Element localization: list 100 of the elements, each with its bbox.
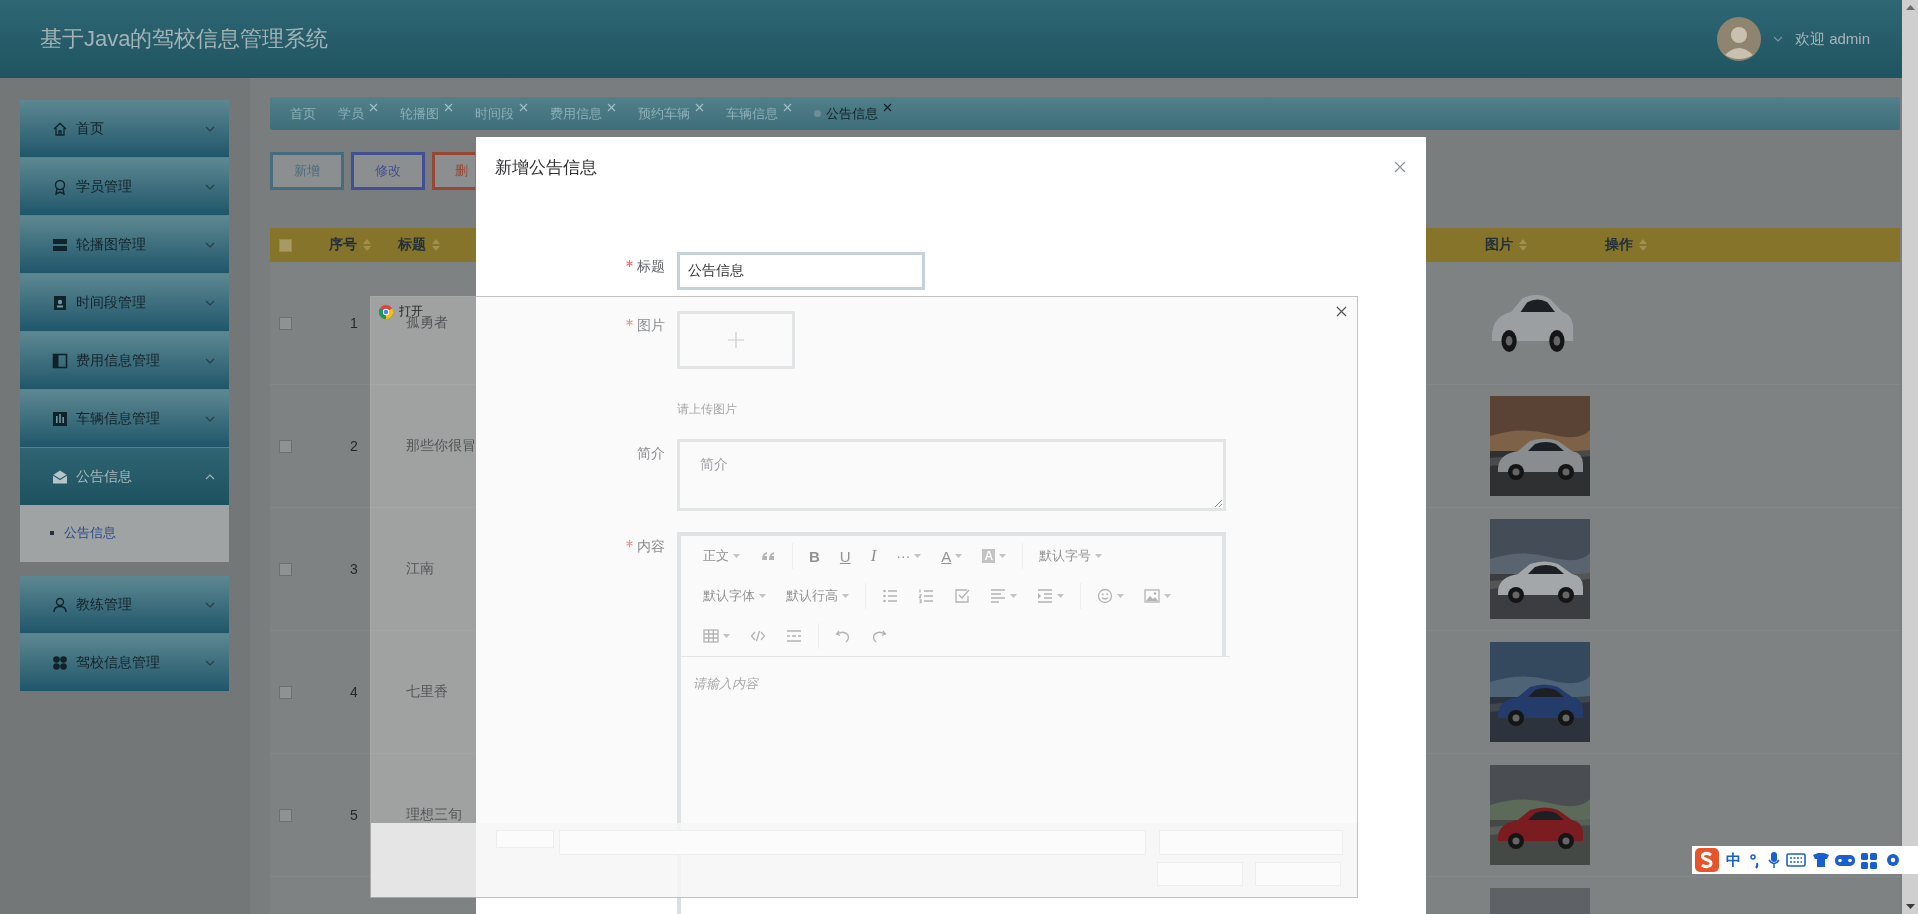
sort-icon[interactable] [363,239,371,251]
hint-text: 请上传图片 [677,401,737,418]
column-header[interactable]: 序号 [329,236,357,254]
checkbox[interactable] [279,316,292,330]
tab[interactable]: 公告信息 [804,105,904,122]
checkbox[interactable] [279,439,292,453]
underline-button[interactable]: U [829,544,861,568]
sidebar-item[interactable]: 驾校信息管理 [20,634,229,691]
caret-icon[interactable] [723,634,730,638]
caret-icon[interactable] [914,554,922,558]
sidebar-item[interactable]: 车辆信息管理 [20,390,229,447]
scroll-down-icon[interactable] [1905,904,1915,909]
chart-icon [52,410,68,427]
field-label: 简介 [637,445,665,463]
sidebar-item[interactable]: 教练管理 [20,576,229,633]
italic-button[interactable]: I [860,544,887,568]
divider-icon[interactable] [786,628,802,644]
tab[interactable]: 预约车辆 [628,105,716,122]
indent-icon [1037,588,1053,604]
format-dropdown[interactable]: 正文 [693,544,750,568]
contact-card-icon [52,294,68,311]
field-label: 标题 [637,258,665,276]
bold-button[interactable]: B [799,544,830,568]
redo-icon[interactable] [871,628,887,644]
sidebar-item[interactable]: 轮播图管理 [20,216,229,273]
add-button[interactable]: 新增 [270,152,344,190]
avatar-icon[interactable] [1716,17,1761,61]
sidebar-item[interactable]: 费用信息管理 [20,332,229,389]
panel-icon [52,352,68,369]
tab[interactable]: 学员 [328,105,390,122]
more-dropdown[interactable]: ··· [886,544,932,568]
numbered-list-icon[interactable] [918,588,934,604]
close-icon[interactable] [1394,161,1406,173]
checkbox[interactable] [279,808,292,822]
dialog-title: 新增公告信息 [495,156,597,179]
table-cell: 1 [350,315,358,331]
edit-button[interactable]: 修改 [351,152,425,190]
scroll-up-icon[interactable] [1905,5,1915,10]
tab[interactable]: 首页 [280,105,328,122]
app-title: 基于Java的驾校信息管理系统 [40,25,329,53]
undo-icon[interactable] [835,628,851,644]
emoji-icon [1097,588,1113,604]
close-icon[interactable] [1336,306,1347,317]
grid-icon [52,654,68,671]
table-cell: 理想三旬 [406,806,462,822]
sidebar-item[interactable]: 时间段管理 [20,274,229,331]
caret-icon[interactable] [1095,554,1103,558]
format-dropdown[interactable]: 默认行高 [776,584,859,608]
field-label: 内容 [637,538,665,556]
caret-icon[interactable] [1010,594,1017,598]
caret-icon[interactable] [1117,594,1124,598]
caret-icon[interactable] [1164,594,1171,598]
table-cell: 5 [350,807,358,823]
tab[interactable]: 费用信息 [540,105,628,122]
welcome-text[interactable]: 欢迎 admin [1794,29,1870,49]
caret-icon[interactable] [842,594,849,598]
input-mode-toggle[interactable]: 中 [1726,850,1741,870]
checkbox[interactable] [279,238,292,252]
ime-logo-icon[interactable] [1694,847,1720,873]
tab[interactable]: 车辆信息 [716,105,804,122]
todo-icon[interactable] [954,588,970,604]
caret-icon[interactable] [733,554,740,558]
bars-icon [52,236,68,253]
sort-icon[interactable] [1639,239,1647,251]
table-icon [703,628,719,644]
table-cell: 3 [350,561,358,577]
bullet-list-icon[interactable] [882,588,898,604]
checkbox[interactable] [279,562,292,576]
table-cell: 江南 [406,560,434,576]
caret-icon[interactable] [759,594,766,598]
column-header[interactable]: 操作 [1605,236,1633,254]
caret-icon[interactable] [1057,594,1064,598]
sort-icon[interactable] [1519,239,1527,251]
dialog-title: 打开 [399,303,423,318]
caret-icon[interactable] [955,554,963,558]
bullet-icon [50,531,54,535]
chevron-down-icon [1772,36,1783,42]
tab[interactable]: 时间段 [465,105,540,122]
column-header[interactable]: 图片 [1485,236,1513,254]
tab[interactable]: 轮播图 [390,105,465,122]
sidebar-item[interactable]: 首页 [20,100,229,157]
delete-button[interactable]: 删 [432,152,475,190]
format-dropdown[interactable]: 默认字体 [693,584,776,608]
column-header[interactable]: 标题 [398,236,426,254]
image-icon [1144,588,1160,604]
caret-icon[interactable] [999,554,1007,558]
badge-icon [52,178,68,195]
text-input[interactable]: 公告信息 [677,252,925,290]
font-color-dropdown[interactable]: A [931,544,973,568]
format-dropdown[interactable]: 默认字号 [1029,544,1113,568]
close-icon[interactable] [883,102,892,112]
code-icon[interactable] [750,628,766,644]
sidebar-item[interactable]: 学员管理 [20,158,229,215]
align-icon [990,588,1006,604]
sidebar-item[interactable]: 公告信息 [20,448,229,505]
browser-icon [379,304,393,319]
upload-box[interactable] [677,311,795,369]
sort-icon[interactable] [432,239,440,251]
checkbox[interactable] [279,685,292,699]
summary-textarea[interactable]: 简介 [677,439,1226,511]
